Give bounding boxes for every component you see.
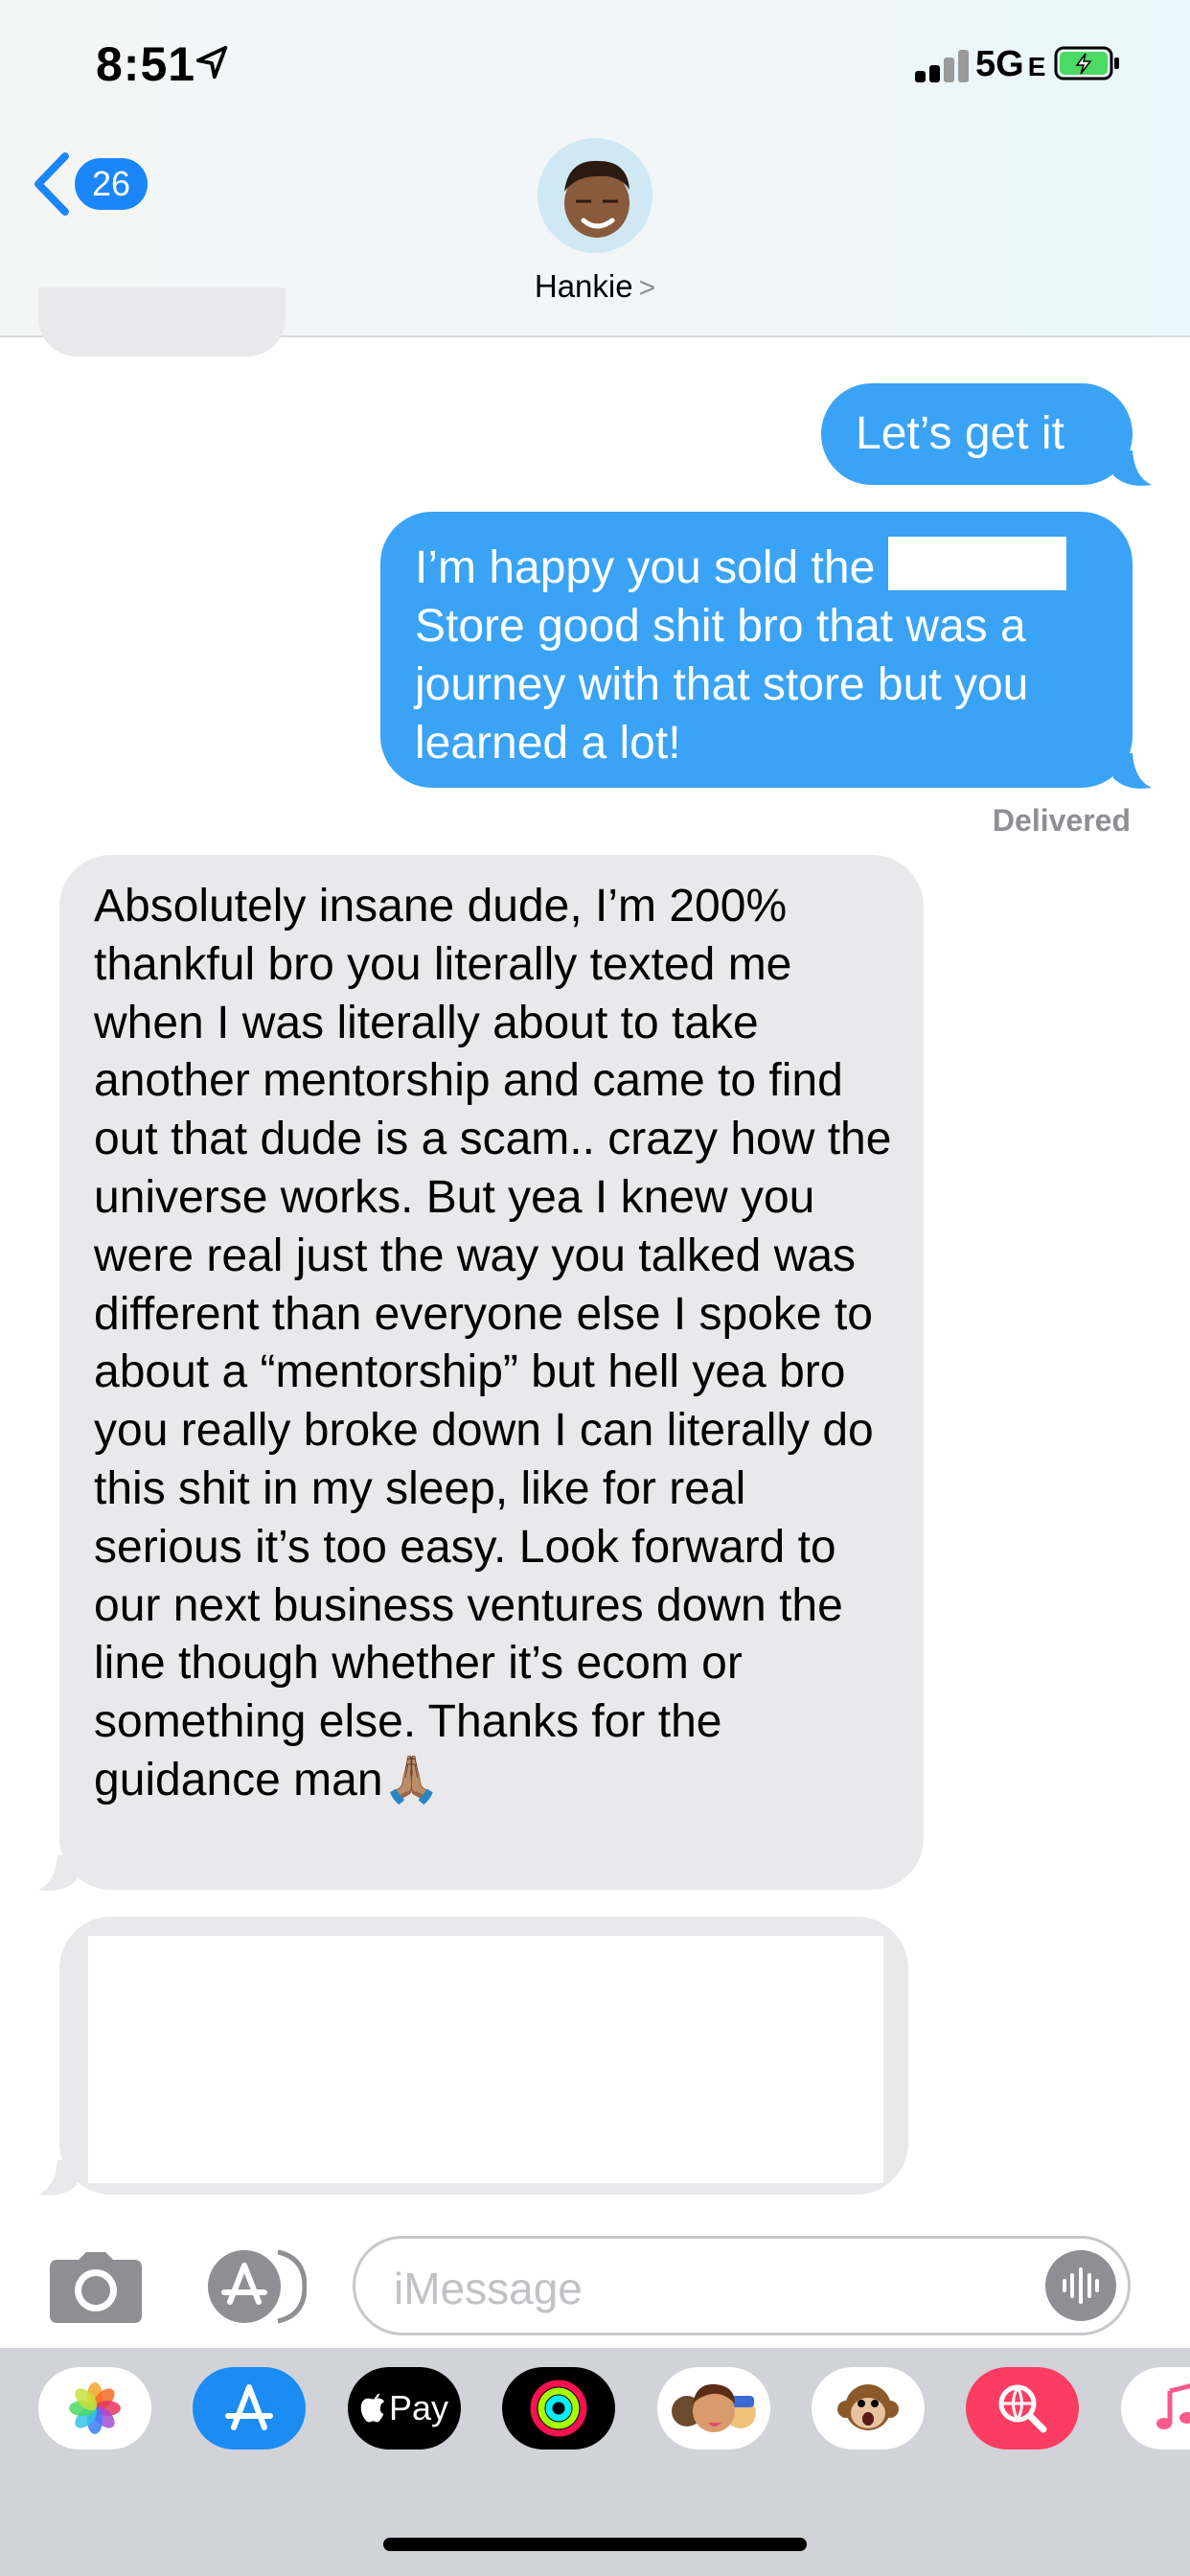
apple-pay-app-button[interactable]: Pay — [348, 2367, 461, 2450]
bubble-tail — [1113, 753, 1152, 789]
back-button[interactable]: 26 — [29, 146, 148, 222]
apple-logo-icon — [360, 2393, 385, 2423]
activity-rings-icon — [530, 2380, 587, 2437]
input-placeholder: iMessage — [394, 2264, 583, 2313]
redacted-attachment — [88, 1936, 883, 2183]
app-store-app-button[interactable] — [193, 2367, 306, 2450]
animoji-app-button[interactable] — [812, 2367, 925, 2450]
audio-message-button[interactable] — [1045, 2250, 1116, 2321]
globe-search-icon — [998, 2384, 1047, 2433]
network-type: 5G E — [975, 44, 1046, 84]
location-arrow-icon — [195, 45, 228, 80]
monkey-icon — [837, 2384, 899, 2430]
message-text: Let’s get it — [856, 408, 1064, 459]
imessage-input[interactable]: iMessage — [353, 2236, 1131, 2335]
unread-count-badge: 26 — [75, 158, 148, 210]
message-text: Store good shit bro that was a journey w… — [415, 601, 1029, 769]
photos-app-button[interactable] — [38, 2367, 151, 2450]
redacted-text-block — [887, 537, 1066, 590]
memoji-avatar-icon — [564, 160, 629, 238]
bubble-tail — [38, 2160, 77, 2196]
outgoing-message-bubble[interactable]: I’m happy you sold the Store good shit b… — [380, 512, 1133, 788]
camera-icon[interactable] — [50, 2252, 142, 2323]
apple-pay-label: Pay — [388, 2388, 449, 2427]
chevron-left-icon — [34, 152, 69, 216]
battery-charging-icon — [1054, 46, 1119, 80]
chevron-right-icon: > — [638, 272, 656, 304]
contact-name: Hankie — [534, 268, 633, 304]
bubble-tail — [38, 1855, 77, 1891]
home-indicator[interactable] — [383, 2538, 807, 2551]
delivery-status: Delivered — [992, 803, 1131, 838]
app-store-a-icon — [225, 2384, 273, 2430]
status-time: 8:51 — [96, 37, 196, 91]
memoji-stickers-app-button[interactable] — [657, 2367, 770, 2450]
bubble-tail — [1113, 450, 1152, 486]
outgoing-message-bubble[interactable]: Let’s get it — [821, 383, 1133, 485]
waveform-icon — [1063, 2267, 1099, 2304]
memoji-group-icon — [672, 2383, 756, 2432]
previous-incoming-bubble — [38, 288, 286, 356]
cellular-signal-icon — [915, 50, 973, 82]
contact-avatar[interactable] — [538, 138, 652, 253]
incoming-message-bubble[interactable]: Absolutely insane dude, I’m 200% thankfu… — [59, 855, 924, 1890]
app-store-icon[interactable] — [201, 2248, 307, 2325]
image-search-app-button[interactable] — [966, 2367, 1079, 2450]
message-text: Absolutely insane dude, I’m 200% thankfu… — [94, 881, 892, 1806]
music-note-icon — [1156, 2383, 1190, 2429]
photos-icon — [69, 2382, 121, 2434]
message-text: I’m happy you sold the — [415, 542, 888, 593]
activity-app-button[interactable] — [502, 2367, 615, 2450]
